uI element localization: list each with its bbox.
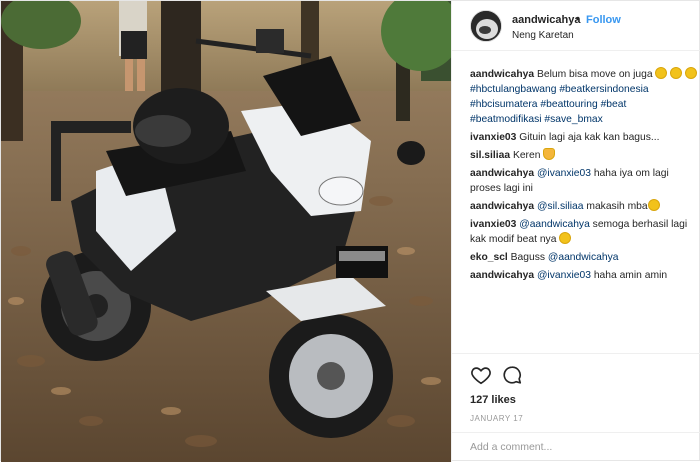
mention-link[interactable]: @aandwicahya: [519, 219, 590, 230]
mention-link[interactable]: @aandwicahya: [548, 252, 619, 263]
hashtag-link[interactable]: #hbcisumatera: [470, 99, 538, 110]
frowning-face-emoji-icon: [670, 67, 683, 79]
hashtag-link[interactable]: #beatkersindonesia: [559, 84, 648, 95]
hashtag-link[interactable]: #save_bmax: [544, 114, 602, 125]
comment-input[interactable]: [470, 441, 690, 453]
comment-username[interactable]: eko_scl: [470, 252, 508, 263]
likes-count[interactable]: 127 likes: [470, 394, 516, 406]
avatar[interactable]: [470, 10, 502, 42]
avatar-image: [471, 11, 501, 41]
comment-item: ivanxie03 @aandwicahya semoga berhasil l…: [470, 217, 698, 247]
comment-item: eko_scl Baguss @aandwicahya: [470, 250, 698, 265]
caption-username[interactable]: aandwicahya: [470, 69, 534, 80]
comments-list: aandwicahya Belum bisa move on juga #hbc…: [470, 67, 698, 286]
comment-username[interactable]: sil.siliaa: [470, 150, 510, 161]
comment-icon[interactable]: [501, 364, 523, 386]
grinning-face-emoji-icon: [647, 199, 660, 211]
comment-item: aandwicahya @ivanxie03 haha iya om lagi …: [470, 166, 698, 196]
comment-text: Keren: [512, 150, 544, 161]
post-photo[interactable]: [1, 1, 451, 462]
post-header: aandwicahya • Follow Neng Karetan: [452, 1, 700, 51]
post-sidebar: aandwicahya • Follow Neng Karetan aandwi…: [451, 1, 700, 462]
post-date: January 17: [470, 414, 524, 423]
instagram-post: aandwicahya • Follow Neng Karetan aandwi…: [0, 0, 700, 462]
caption-text: Belum bisa move on juga: [536, 69, 656, 80]
heart-icon[interactable]: [470, 364, 492, 386]
comment-item: aandwicahya @sil.siliaa makasih mba: [470, 199, 698, 214]
comment-item: sil.siliaa Keren: [470, 148, 698, 163]
sad-face-emoji-icon: [685, 67, 698, 79]
author-username[interactable]: aandwicahya: [512, 14, 580, 26]
comment-username[interactable]: aandwicahya: [470, 201, 534, 212]
smiling-face-emoji-icon: [559, 232, 572, 244]
motorcycle-photo-image: [1, 1, 451, 462]
hashtag-link[interactable]: #beat: [601, 99, 627, 110]
hashtag-link[interactable]: #beattouring: [540, 99, 597, 110]
confused-face-emoji-icon: [655, 67, 668, 79]
add-comment-section: [452, 432, 700, 462]
caption: aandwicahya Belum bisa move on juga #hbc…: [470, 67, 698, 127]
comment-username[interactable]: aandwicahya: [470, 270, 534, 281]
comment-text: makasih mba: [583, 201, 648, 212]
location-link[interactable]: Neng Karetan: [512, 30, 574, 41]
hashtag-link[interactable]: #hbctulangbawang: [470, 84, 556, 95]
follow-button[interactable]: Follow: [586, 14, 621, 26]
thumbs-up-emoji-icon: [543, 148, 556, 160]
hashtag-link[interactable]: #beatmodifikasi: [470, 114, 542, 125]
separator-dot: •: [576, 13, 580, 25]
comment-username[interactable]: ivanxie03: [470, 132, 516, 143]
comment-username[interactable]: ivanxie03: [470, 219, 516, 230]
mention-link[interactable]: @ivanxie03: [537, 168, 591, 179]
post-actions: 127 likes January 17: [452, 353, 700, 443]
mention-link[interactable]: @sil.siliaa: [537, 201, 584, 212]
comment-text: Baguss: [510, 252, 548, 263]
comment-text: Gituin lagi aja kak kan bagus...: [519, 132, 660, 143]
comment-item: ivanxie03 Gituin lagi aja kak kan bagus.…: [470, 130, 698, 145]
mention-link[interactable]: @ivanxie03: [537, 270, 591, 281]
comment-item: aandwicahya @ivanxie03 haha amin amin: [470, 268, 698, 283]
comment-username[interactable]: aandwicahya: [470, 168, 534, 179]
comment-text: haha amin amin: [590, 270, 668, 281]
